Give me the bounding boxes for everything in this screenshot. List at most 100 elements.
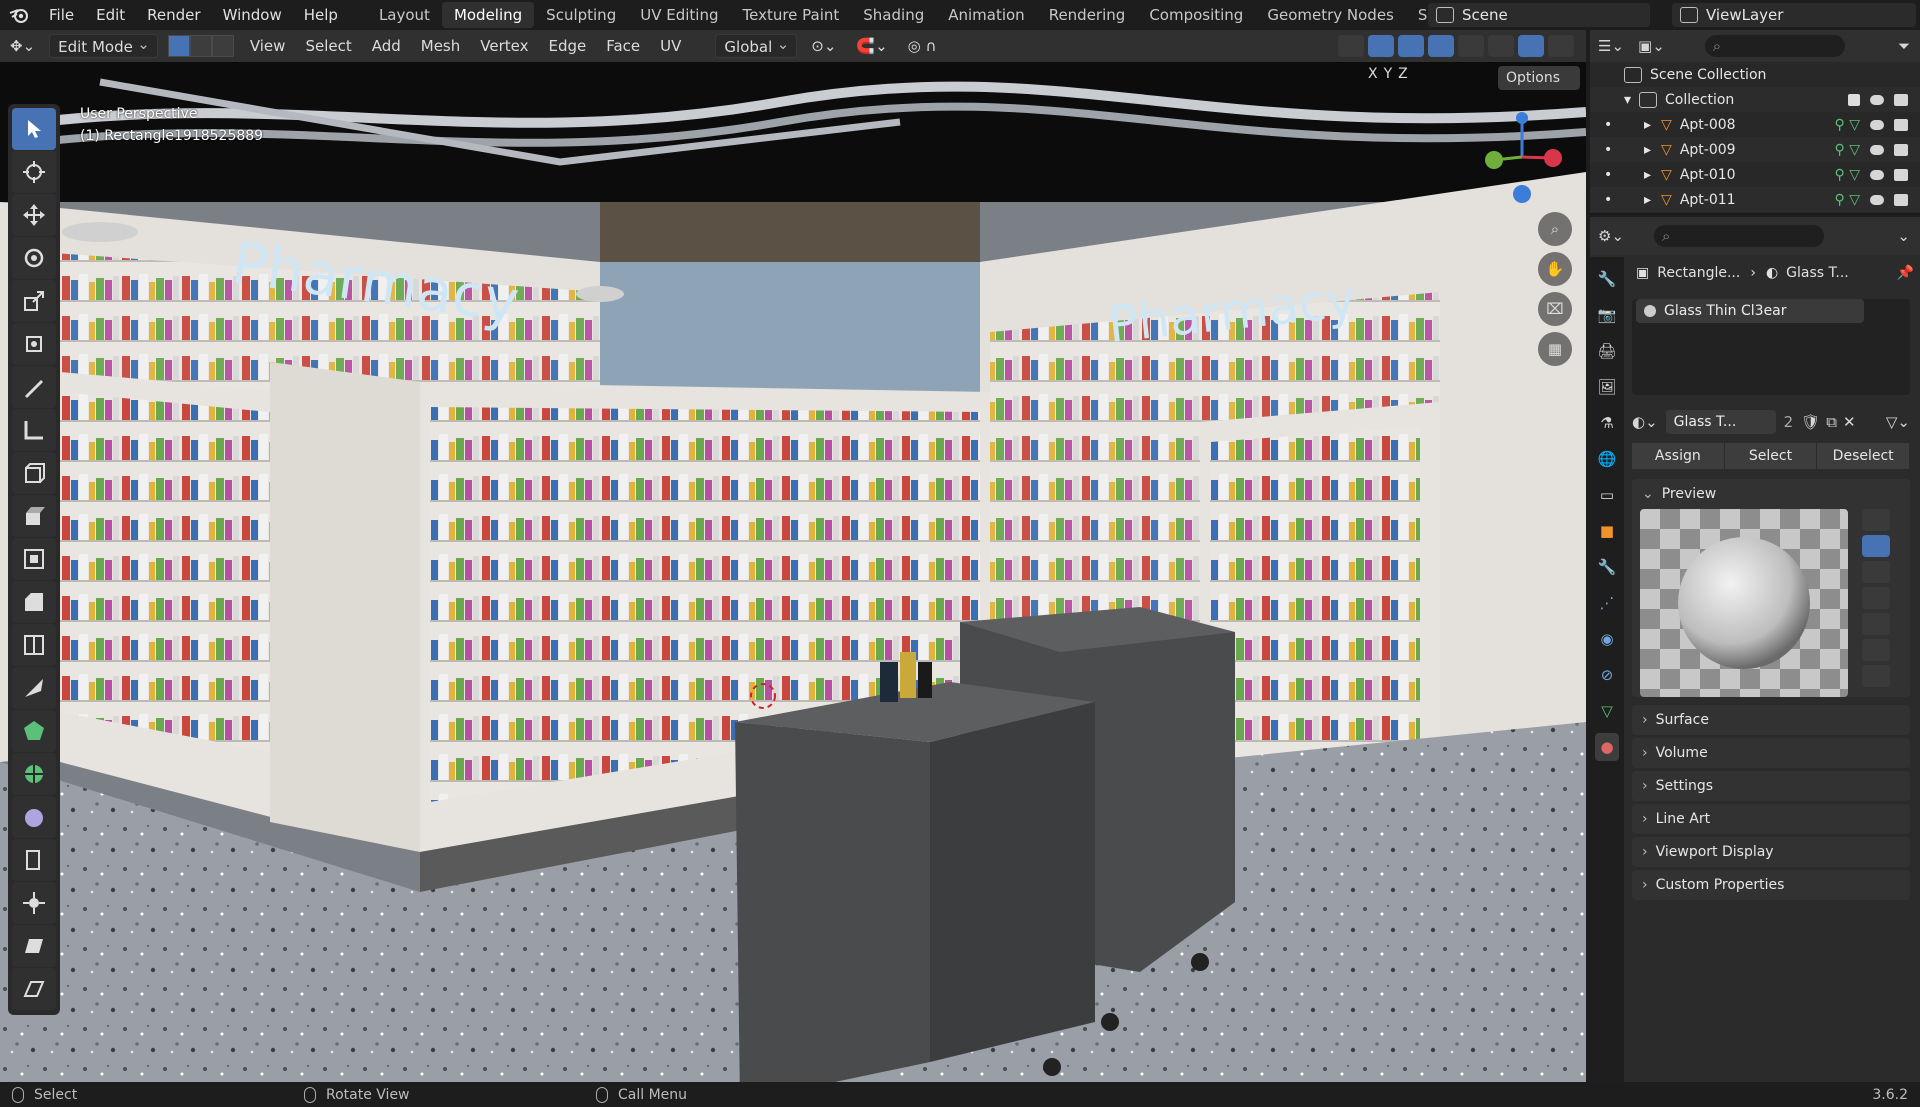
menu-face[interactable]: Face [596, 34, 650, 58]
fake-user-icon[interactable]: 🛡 [1801, 413, 1820, 431]
modifier-tab-icon[interactable]: 🔧 [1595, 553, 1619, 581]
shear-tool[interactable] [12, 925, 56, 967]
menu-uv[interactable]: UV [650, 34, 691, 58]
preview-panel-header[interactable]: ⌄ Preview [1632, 479, 1910, 509]
select-box-tool[interactable] [12, 108, 56, 150]
outliner-item[interactable]: • ▸ ▽ Apt-009 ⚲ ▽ [1590, 137, 1920, 162]
preview-hair-icon[interactable] [1862, 587, 1890, 609]
tab-compositing[interactable]: Compositing [1137, 2, 1255, 28]
surface-panel[interactable]: › Surface [1632, 705, 1910, 735]
physics-tab-icon[interactable]: ◉ [1595, 625, 1619, 653]
preview-monkey-icon[interactable] [1862, 613, 1890, 635]
menu-window[interactable]: Window [212, 0, 293, 30]
outliner-item[interactable]: • ▸ ▽ Apt-010 ⚲ ▽ [1590, 162, 1920, 187]
outliner-item[interactable]: • ▸ ▽ Apt-008 ⚲ ▽ [1590, 112, 1920, 137]
poly-build-tool[interactable] [12, 710, 56, 752]
tab-layout[interactable]: Layout [367, 2, 442, 28]
pivot-point-icon[interactable]: ⊙⌄ [801, 34, 846, 58]
unlink-icon[interactable]: ✕ [1843, 413, 1856, 431]
eye-icon[interactable] [1870, 144, 1884, 155]
material-browse-icon[interactable]: ◐⌄ [1632, 413, 1658, 431]
object-tab-icon[interactable]: ■ [1595, 517, 1619, 545]
filter-icon[interactable]: ⏷ [1898, 37, 1910, 55]
rotate-tool[interactable] [12, 237, 56, 279]
scale-tool[interactable] [12, 280, 56, 322]
volume-panel[interactable]: › Volume [1632, 738, 1910, 768]
scene-selector[interactable]: Scene [1428, 3, 1650, 27]
tab-texture-paint[interactable]: Texture Paint [730, 2, 851, 28]
bevel-tool[interactable] [12, 581, 56, 623]
preview-cube-icon[interactable] [1862, 561, 1890, 583]
line-art-panel[interactable]: › Line Art [1632, 804, 1910, 834]
blender-logo-icon[interactable] [0, 0, 38, 30]
select-button[interactable]: Select [1724, 443, 1818, 469]
expand-icon[interactable]: ▸ [1644, 167, 1651, 183]
tool-tab-icon[interactable]: 🔧 [1595, 265, 1619, 293]
eye-icon[interactable] [1870, 194, 1884, 205]
expand-icon[interactable]: ▸ [1644, 142, 1651, 158]
camera-view-icon[interactable]: ⌧ [1538, 292, 1572, 326]
annotate-tool[interactable] [12, 366, 56, 408]
camera-icon[interactable] [1894, 118, 1908, 131]
tab-shading[interactable]: Shading [851, 2, 936, 28]
editor-type-icon[interactable]: ⚙⌄ [1598, 227, 1624, 245]
preview-fluid-icon[interactable] [1862, 665, 1890, 687]
pin-icon[interactable]: 📌 [1897, 265, 1914, 281]
editor-type-button[interactable]: ✥⌄ [0, 34, 45, 58]
tab-geometry-nodes[interactable]: Geometry Nodes [1255, 2, 1406, 28]
preview-flat-icon[interactable] [1862, 509, 1890, 531]
constraints-tab-icon[interactable]: ⊘ [1595, 661, 1619, 689]
transform-orientation-dropdown[interactable]: Global [715, 32, 798, 58]
extrude-tool[interactable] [12, 495, 56, 537]
options-dropdown[interactable]: Options [1498, 66, 1580, 90]
output-tab-icon[interactable]: 🖨 [1595, 337, 1619, 365]
data-tab-icon[interactable]: ▽ [1595, 697, 1619, 725]
rip-region-tool[interactable] [12, 968, 56, 1010]
visibility-icon[interactable] [1338, 35, 1364, 57]
add-cube-tool[interactable] [12, 452, 56, 494]
snap-icon[interactable]: 🧲⌄ [846, 34, 897, 58]
collection-row[interactable]: ▾ Collection [1590, 87, 1920, 112]
edge-slide-tool[interactable] [12, 839, 56, 881]
axis-y-toggle[interactable]: Y [1384, 66, 1393, 82]
deselect-button[interactable]: Deselect [1817, 443, 1911, 469]
gizmo-icon[interactable] [1368, 35, 1394, 57]
menu-select[interactable]: Select [295, 34, 361, 58]
tab-uv-editing[interactable]: UV Editing [628, 2, 730, 28]
preview-cloth-icon[interactable] [1862, 639, 1890, 661]
filter-collection-icon[interactable]: ▣⌄ [1638, 37, 1665, 55]
inset-tool[interactable] [12, 538, 56, 580]
camera-icon[interactable] [1894, 143, 1908, 156]
spin-tool[interactable] [12, 753, 56, 795]
scene-collection-row[interactable]: Scene Collection [1590, 62, 1920, 87]
eye-icon[interactable] [1870, 94, 1884, 105]
rendered-shading-icon[interactable] [1548, 35, 1574, 57]
chevron-down-icon[interactable]: ⌄ [1897, 227, 1910, 245]
world-tab-icon[interactable]: 🌐 [1595, 445, 1619, 473]
xray-icon[interactable] [1428, 35, 1454, 57]
duplicate-icon[interactable]: ⧉ [1826, 413, 1837, 431]
menu-view[interactable]: View [240, 34, 296, 58]
smooth-tool[interactable] [12, 796, 56, 838]
shrink-fatten-tool[interactable] [12, 882, 56, 924]
menu-vertex[interactable]: Vertex [470, 34, 538, 58]
assign-button[interactable]: Assign [1632, 443, 1725, 469]
knife-tool[interactable] [12, 667, 56, 709]
custom-properties-panel[interactable]: › Custom Properties [1632, 870, 1910, 900]
menu-edge[interactable]: Edge [538, 34, 596, 58]
camera-icon[interactable] [1894, 193, 1908, 206]
eye-icon[interactable] [1870, 119, 1884, 130]
mode-dropdown[interactable]: Edit Mode [49, 32, 158, 58]
ortho-grid-icon[interactable]: ▦ [1538, 332, 1572, 366]
render-tab-icon[interactable]: 📷 [1595, 301, 1619, 329]
axis-x-toggle[interactable]: X [1368, 66, 1378, 82]
expand-icon[interactable]: ▸ [1644, 117, 1651, 133]
camera-icon[interactable] [1894, 168, 1908, 181]
menu-edit[interactable]: Edit [85, 0, 136, 30]
outliner-search-input[interactable]: ⌕ [1704, 35, 1845, 57]
preview-sphere-icon[interactable] [1862, 535, 1890, 557]
viewport-display-panel[interactable]: › Viewport Display [1632, 837, 1910, 867]
outliner-item[interactable]: • ▸ ▽ Apt-011 ⚲ ▽ [1590, 187, 1920, 212]
proportional-edit-icon[interactable]: ◎ ∩ [898, 34, 947, 58]
loop-cut-tool[interactable] [12, 624, 56, 666]
